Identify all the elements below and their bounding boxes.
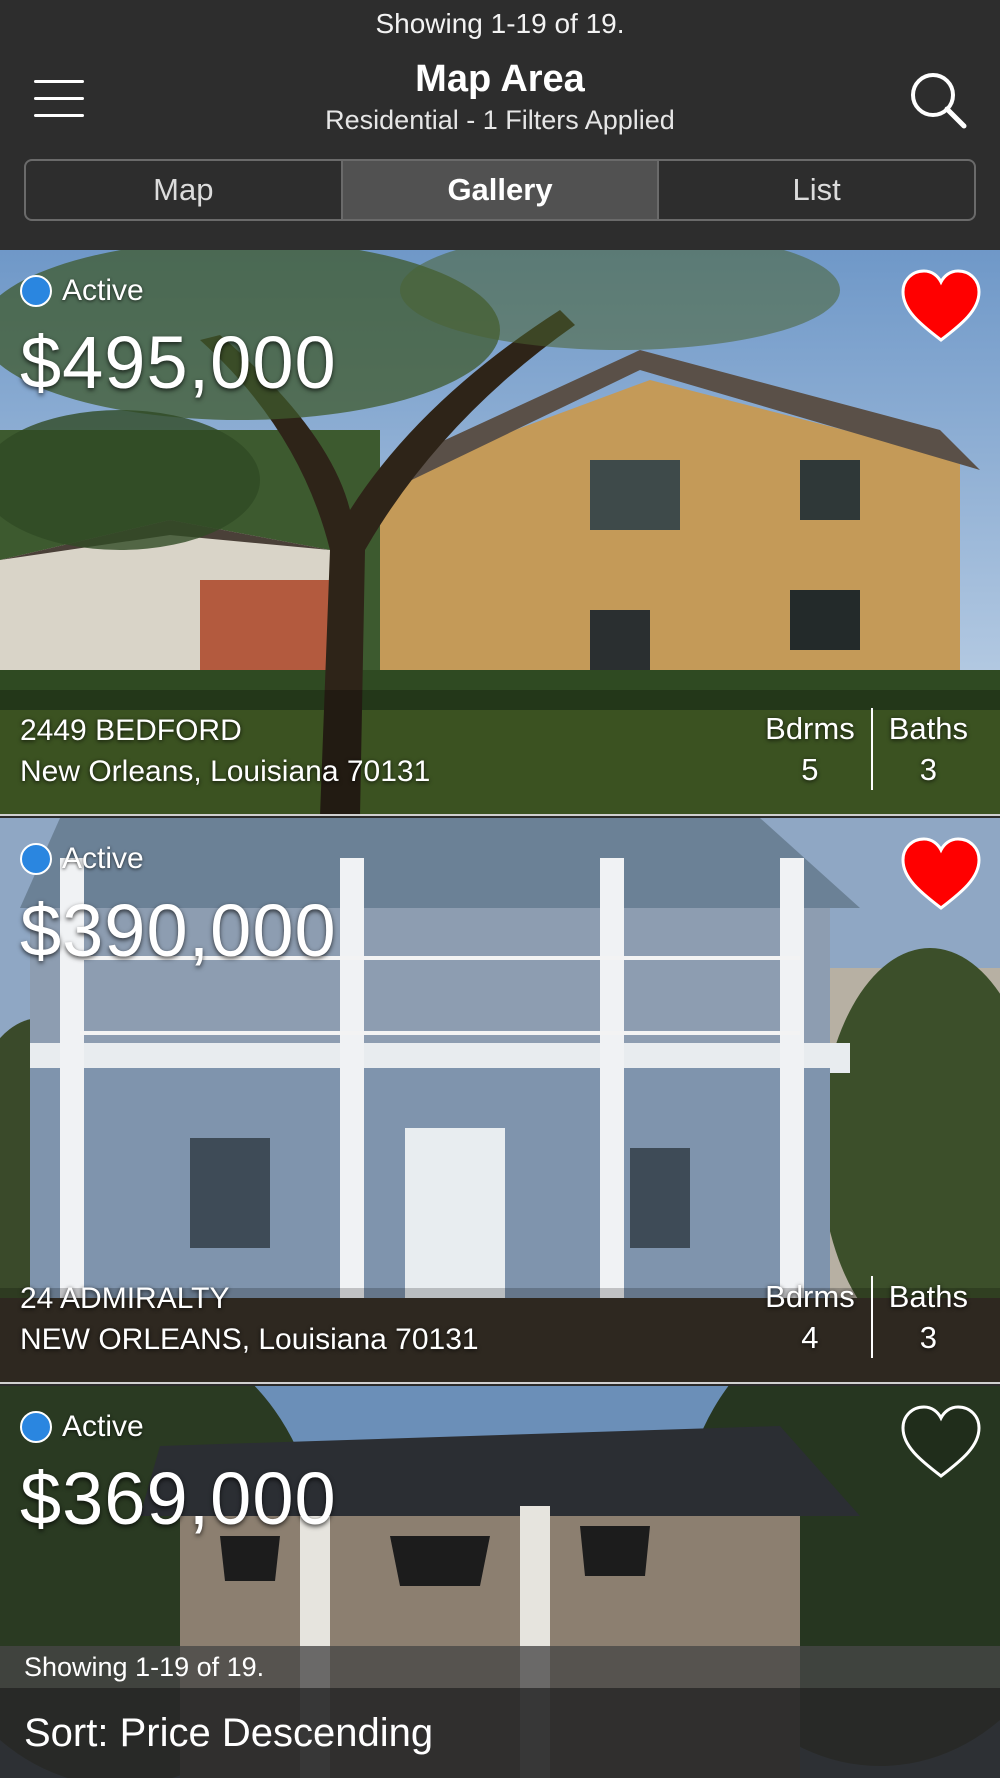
- baths-label: Baths: [888, 1279, 968, 1314]
- listing-price: $369,000: [20, 1457, 337, 1540]
- results-count: Showing 1-19 of 19.: [375, 8, 625, 39]
- address-city: NEW ORLEANS, Louisiana 70131: [20, 1323, 479, 1356]
- listing-price: $495,000: [20, 321, 337, 404]
- bedrooms-stat: Bdrms 4: [749, 1276, 871, 1358]
- heart-icon[interactable]: [900, 268, 982, 344]
- view-mode-tabs: Map Gallery List: [24, 159, 976, 221]
- status-label: Active: [62, 1410, 144, 1443]
- baths-stat: Baths 3: [870, 708, 984, 790]
- listing-card[interactable]: Active $390,000 24 ADMIRALTY NEW ORLEANS…: [0, 818, 1000, 1384]
- heart-icon[interactable]: [900, 836, 982, 912]
- baths-label: Baths: [888, 711, 968, 746]
- tab-map[interactable]: Map: [26, 161, 341, 219]
- page-title: Map Area: [415, 58, 585, 100]
- status-dot: [20, 1411, 52, 1443]
- status-dot: [20, 843, 52, 875]
- bedrooms-value: 5: [801, 752, 819, 787]
- listing-stats: Bdrms 5 Baths 3: [749, 708, 984, 790]
- tab-list[interactable]: List: [657, 161, 974, 219]
- title-block: Map Area Residential - 1 Filters Applied: [0, 58, 1000, 136]
- listing-address: 24 ADMIRALTY NEW ORLEANS, Louisiana 7013…: [20, 1278, 479, 1360]
- status-label: Active: [62, 274, 144, 307]
- search-icon[interactable]: [906, 68, 970, 132]
- tab-gallery[interactable]: Gallery: [340, 161, 658, 219]
- address-street: 24 ADMIRALTY: [20, 1282, 230, 1315]
- bedrooms-label: Bdrms: [765, 1279, 855, 1314]
- bedrooms-value: 4: [801, 1320, 819, 1355]
- bedrooms-label: Bdrms: [765, 711, 855, 746]
- status-badge: Active: [20, 274, 144, 308]
- listing-price: $390,000: [20, 889, 337, 972]
- heart-outline-icon[interactable]: [900, 1404, 982, 1480]
- status-badge: Active: [20, 1410, 144, 1444]
- sort-button[interactable]: Sort: Price Descending: [0, 1688, 1000, 1778]
- listing-card[interactable]: Active $495,000 2449 BEDFORD New Orleans…: [0, 250, 1000, 816]
- baths-value: 3: [919, 1320, 937, 1355]
- filter-subtitle: Residential - 1 Filters Applied: [325, 105, 675, 135]
- listing-address: 2449 BEDFORD New Orleans, Louisiana 7013…: [20, 710, 430, 792]
- address-street: 2449 BEDFORD: [20, 714, 242, 747]
- header: Showing 1-19 of 19. Map Area Residential…: [0, 0, 1000, 250]
- baths-stat: Baths 3: [870, 1276, 984, 1358]
- status-badge: Active: [20, 842, 144, 876]
- footer-results-count: Showing 1-19 of 19.: [0, 1646, 1000, 1688]
- baths-value: 3: [919, 752, 937, 787]
- bedrooms-stat: Bdrms 5: [749, 708, 871, 790]
- listing-stats: Bdrms 4 Baths 3: [749, 1276, 984, 1358]
- status-label: Active: [62, 842, 144, 875]
- address-city: New Orleans, Louisiana 70131: [20, 755, 431, 788]
- status-dot: [20, 275, 52, 307]
